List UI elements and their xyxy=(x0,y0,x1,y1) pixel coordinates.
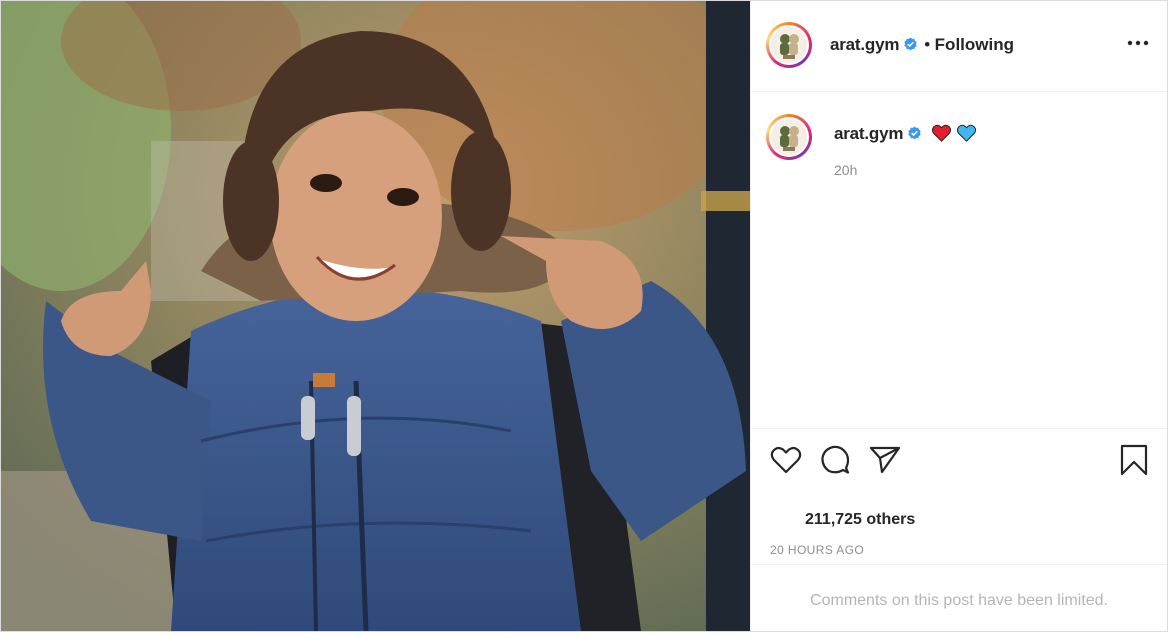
verified-badge-icon xyxy=(904,37,917,51)
comments-limited-notice: Comments on this post have been limited. xyxy=(751,564,1167,632)
caption-timestamp[interactable]: 20h xyxy=(834,162,857,178)
bookmark-icon[interactable] xyxy=(1120,444,1148,481)
action-bar: 211,725 others 20 HOURS AGO xyxy=(751,428,1167,565)
profile-avatar[interactable] xyxy=(766,22,812,68)
post-sidebar: arat.gym • Following arat.gym 20h 211,72… xyxy=(750,1,1167,631)
photo-illustration xyxy=(1,1,750,631)
post-photo[interactable] xyxy=(1,1,750,631)
following-button[interactable]: Following xyxy=(935,35,1014,54)
verified-badge-icon xyxy=(908,126,921,140)
gym-mascot-icon xyxy=(771,119,807,155)
paper-plane-icon[interactable] xyxy=(869,445,901,480)
gym-mascot-icon xyxy=(771,27,807,63)
instagram-post: arat.gym • Following arat.gym 20h 211,72… xyxy=(0,0,1168,632)
red-heart-emoji xyxy=(931,124,951,142)
more-options-icon[interactable] xyxy=(1127,33,1149,51)
caption-avatar[interactable] xyxy=(766,114,812,160)
caption-username[interactable]: arat.gym xyxy=(834,124,903,143)
likes-count[interactable]: 211,725 others xyxy=(805,511,915,529)
post-header: arat.gym • Following xyxy=(751,1,1167,92)
header-separator: • xyxy=(924,35,931,54)
heart-icon[interactable] xyxy=(770,445,802,480)
blue-heart-emoji xyxy=(957,124,977,142)
header-username[interactable]: arat.gym xyxy=(830,35,899,54)
post-caption: arat.gym 20h xyxy=(751,91,1167,428)
post-timestamp[interactable]: 20 HOURS AGO xyxy=(770,543,864,557)
comment-bubble-icon[interactable] xyxy=(819,444,851,481)
